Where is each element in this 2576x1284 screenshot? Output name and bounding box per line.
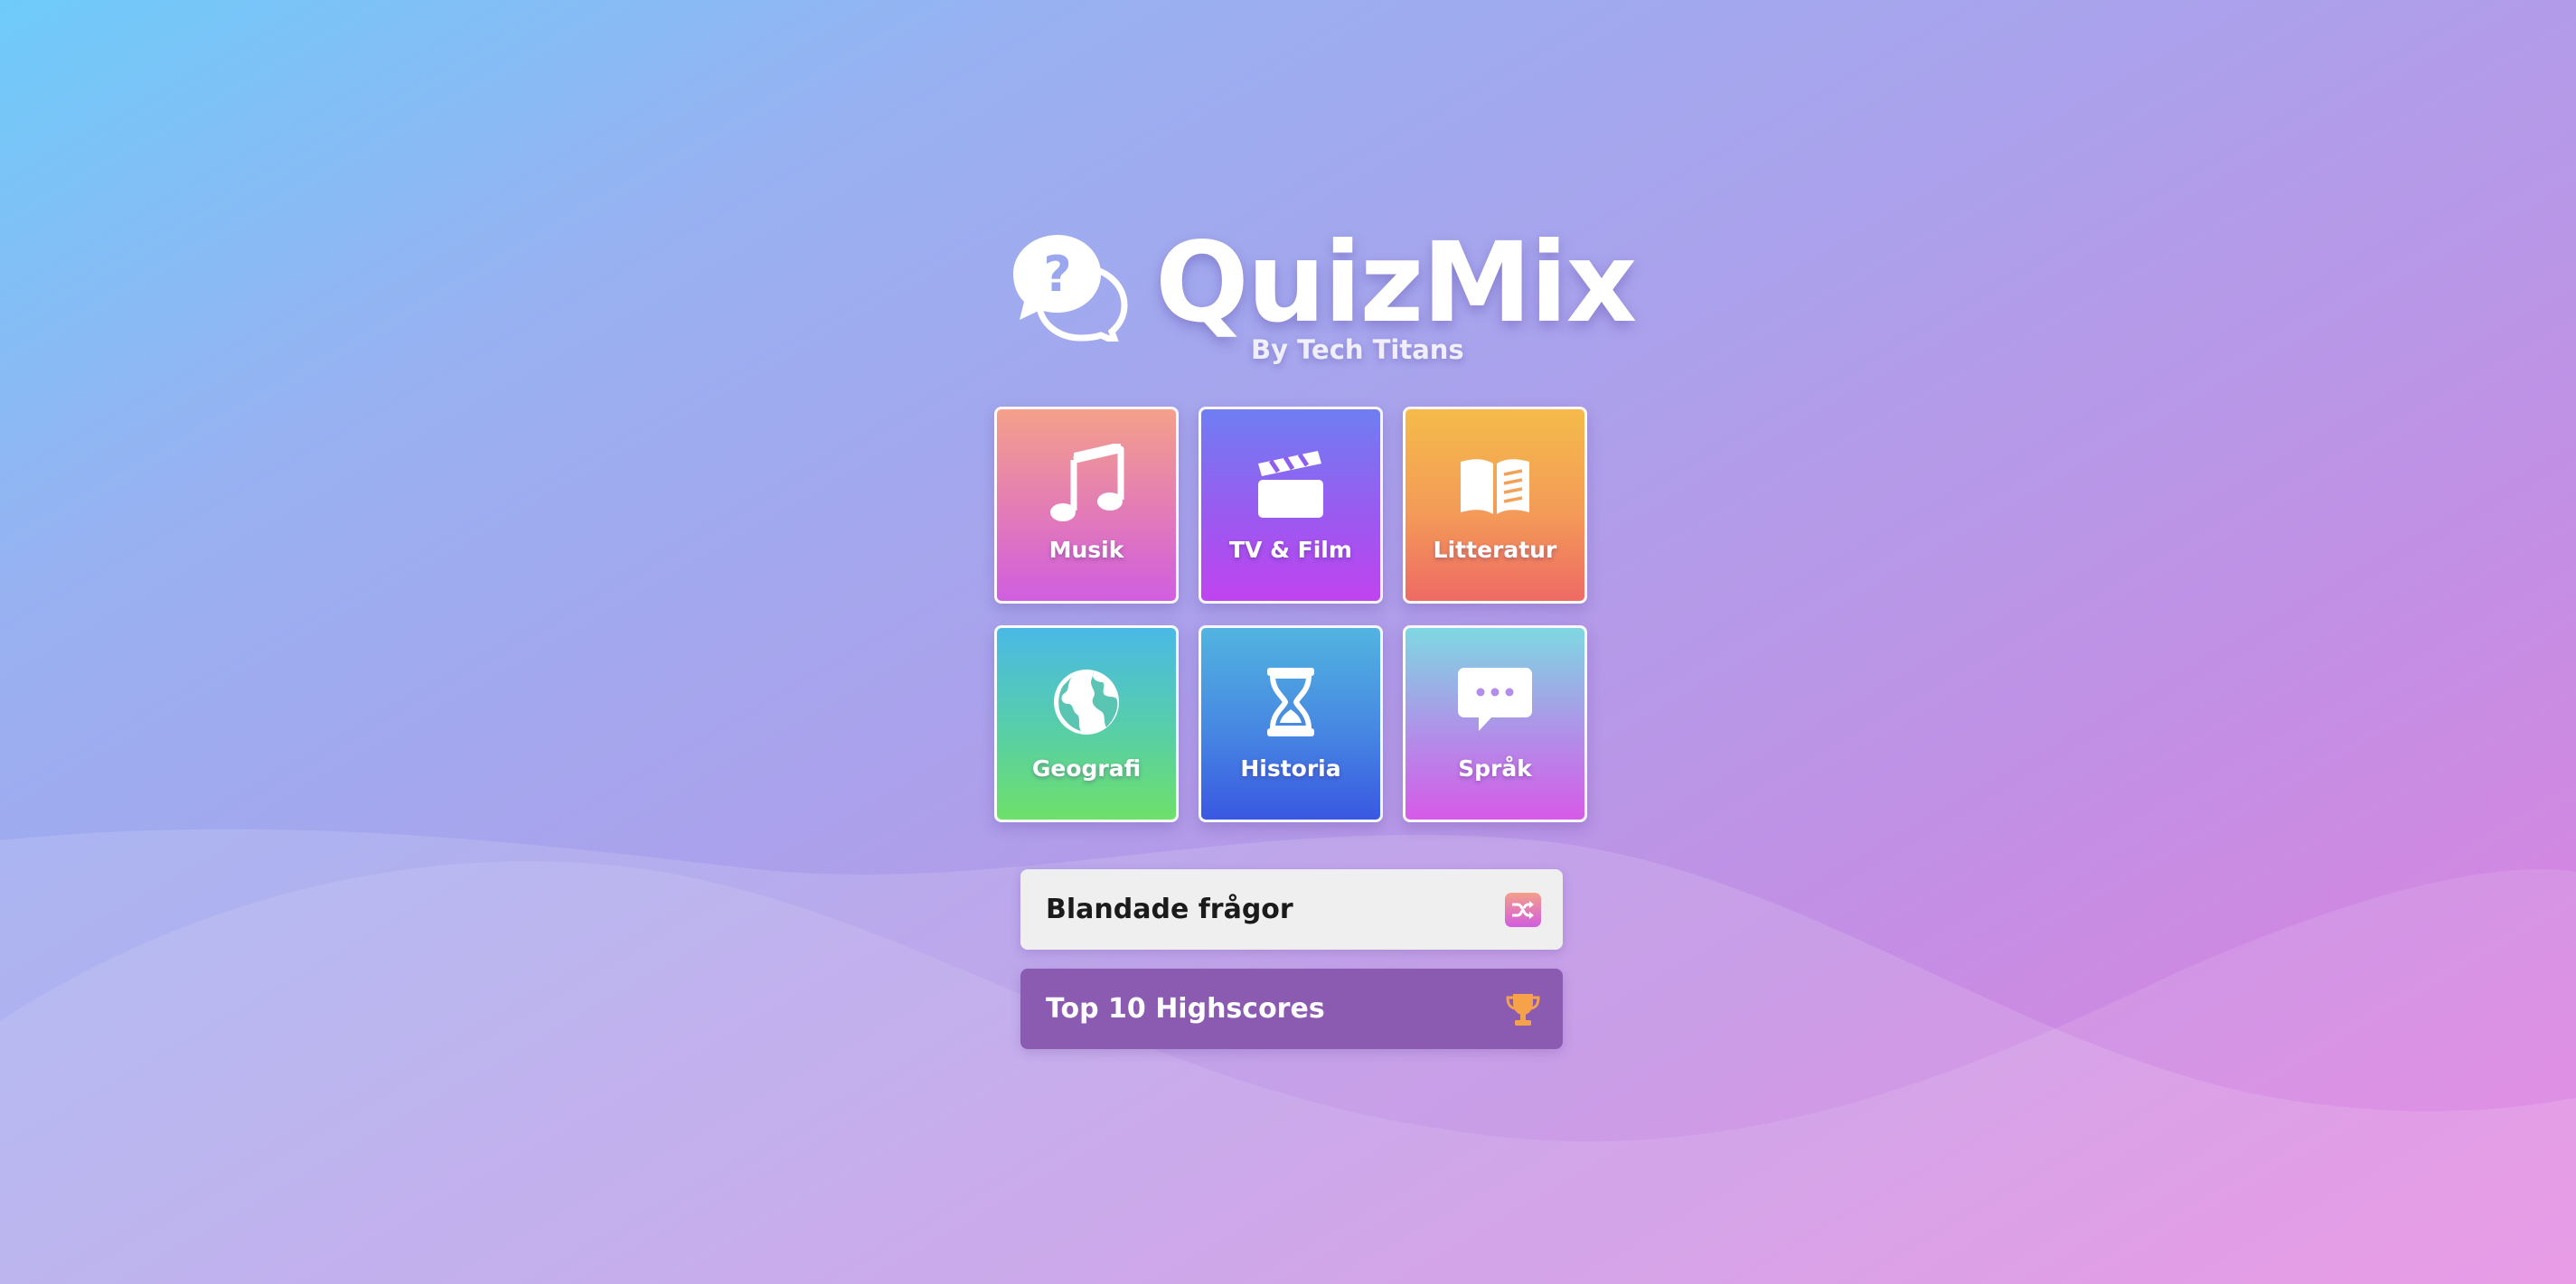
trophy-icon [1506, 994, 1540, 1026]
category-tile-geografi[interactable]: Geografi [994, 625, 1179, 822]
category-tile-historia[interactable]: Historia [1199, 625, 1383, 822]
category-label: TV & Film [1229, 537, 1352, 563]
open-book-icon [1461, 459, 1529, 514]
mixed-questions-button[interactable]: Blandade frågor [1020, 869, 1563, 950]
category-tile-tv-film[interactable]: TV & Film [1199, 407, 1383, 604]
app-title: QuizMix [1155, 219, 1637, 347]
category-label: Språk [1458, 755, 1532, 782]
category-label: Litteratur [1433, 537, 1557, 563]
globe-icon [1054, 670, 1119, 735]
shuffle-icon [1505, 893, 1541, 927]
app-subtitle: By Tech Titans [1251, 334, 1464, 365]
category-label: Historia [1240, 755, 1341, 782]
category-grid: Musik TV & Film Litteratur Geografi Hist… [994, 407, 1589, 824]
category-label: Geografi [1031, 755, 1142, 782]
svg-text:?: ? [1043, 246, 1071, 303]
hourglass-icon [1267, 668, 1314, 736]
app-logo: ? QuizMix By Tech Titans [1011, 224, 1637, 369]
category-tile-litteratur[interactable]: Litteratur [1403, 407, 1587, 604]
speech-bubble-icon [1458, 668, 1532, 731]
category-label: Musik [1048, 537, 1124, 563]
category-tile-sprak[interactable]: Språk [1403, 625, 1587, 822]
category-tile-musik[interactable]: Musik [994, 407, 1179, 604]
highscores-button[interactable]: Top 10 Highscores [1020, 969, 1563, 1049]
mixed-questions-label: Blandade frågor [1046, 894, 1293, 925]
highscores-label: Top 10 Highscores [1046, 993, 1325, 1025]
clapperboard-icon [1258, 451, 1323, 518]
music-note-icon [1050, 444, 1124, 521]
question-chat-icon: ? [1013, 235, 1128, 342]
